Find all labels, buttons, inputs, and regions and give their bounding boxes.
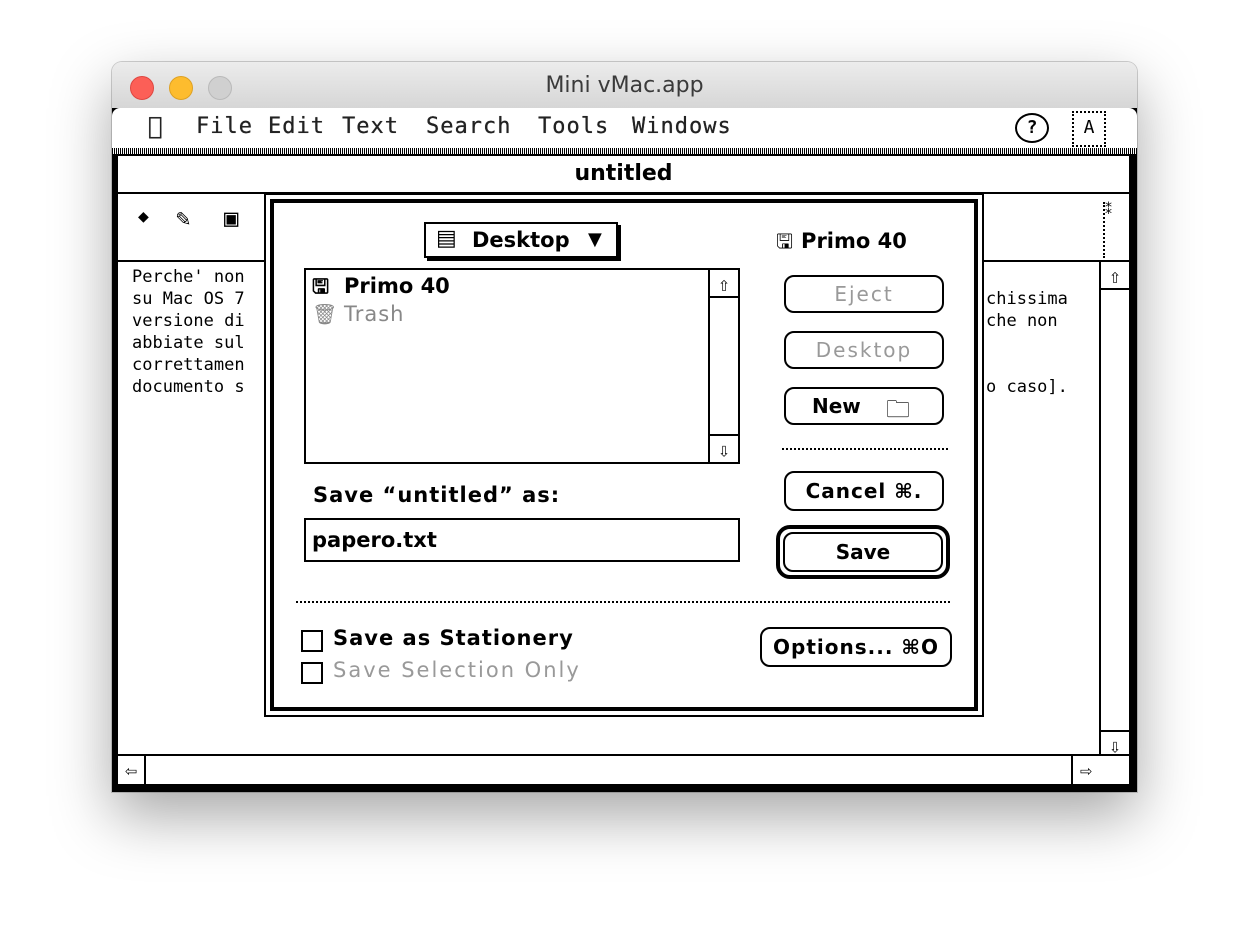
text-line: chissima: [986, 289, 1068, 309]
save-prompt-label: Save “untitled” as:: [313, 483, 561, 507]
stationery-checkbox[interactable]: [301, 630, 323, 652]
folder-popup-label: Desktop: [472, 228, 570, 252]
diamond-icon[interactable]: ◆: [138, 206, 149, 227]
options-button[interactable]: Options... ⌘O: [760, 627, 952, 667]
chevron-down-icon: ▼: [588, 229, 602, 250]
eject-button[interactable]: Eject: [784, 275, 944, 313]
menu-windows[interactable]: Windows: [632, 114, 732, 139]
host-window-title: Mini vMac.app: [545, 73, 704, 98]
document-title[interactable]: untitled: [118, 156, 1129, 194]
file-list-item-label: Trash: [344, 302, 405, 326]
scroll-right-icon[interactable]: ⇨: [1071, 756, 1099, 784]
cancel-button[interactable]: Cancel ⌘.: [784, 471, 944, 511]
menu-tools[interactable]: Tools: [538, 114, 609, 139]
scroll-up-icon[interactable]: ⇧: [1101, 262, 1129, 290]
horizontal-scrollbar[interactable]: ⇦ ⇨: [118, 754, 1129, 784]
filename-field[interactable]: [304, 518, 740, 562]
menu-search[interactable]: Search: [426, 114, 511, 139]
scroll-up-icon[interactable]: ⇧: [710, 270, 738, 298]
scroll-left-icon[interactable]: ⇦: [118, 756, 146, 784]
text-line: che non: [986, 311, 1058, 331]
desktop-folder-icon: ▤: [436, 226, 457, 251]
new-folder-button[interactable]: New 🗀: [784, 387, 944, 425]
host-titlebar[interactable]: Mini vMac.app: [112, 62, 1137, 109]
vertical-scrollbar[interactable]: ⇧ ⇩: [1099, 262, 1129, 758]
volume-name: Primo 40: [801, 229, 907, 253]
text-line: o caso].: [986, 377, 1068, 397]
trash-icon: 🗑: [312, 302, 339, 326]
separator: [782, 448, 948, 450]
stationery-checkbox-label[interactable]: Save as Stationery: [333, 626, 574, 650]
file-list-item: 🗑 Trash: [312, 302, 405, 326]
file-list-scrollbar[interactable]: ⇧ ⇩: [708, 270, 738, 462]
floppy-icon[interactable]: ▣: [224, 204, 238, 232]
filename-input[interactable]: [312, 525, 732, 555]
file-list[interactable]: 🖫 Primo 40 🗑 Trash ⇧ ⇩: [304, 268, 740, 464]
scroll-down-icon[interactable]: ⇩: [710, 434, 738, 462]
menu-text[interactable]: Text: [342, 114, 399, 139]
folder-icon: 🗀: [886, 395, 910, 423]
ruler-marker-icon[interactable]: ⁑: [1103, 202, 1115, 258]
help-menu-icon[interactable]: ?: [1015, 113, 1049, 143]
separator: [296, 601, 950, 603]
folder-popup-menu[interactable]: ▤ Desktop ▼: [424, 222, 618, 258]
save-button[interactable]: Save: [783, 532, 943, 572]
pen-icon[interactable]: ✎: [176, 204, 190, 232]
menu-file[interactable]: File: [196, 114, 253, 139]
desktop-button[interactable]: Desktop: [784, 331, 944, 369]
volume-label: 🖫 Primo 40: [776, 227, 907, 261]
apple-menu-icon[interactable]: : [148, 112, 163, 140]
new-folder-label: New: [812, 394, 861, 418]
file-list-item-label: Primo 40: [344, 274, 450, 298]
floppy-disk-icon: 🖫: [312, 274, 330, 298]
file-list-item[interactable]: 🖫 Primo 40: [312, 272, 450, 306]
floppy-disk-icon: 🖫: [776, 229, 794, 253]
selection-only-checkbox: [301, 662, 323, 684]
classic-menubar:  File Edit Text Search Tools Windows ? …: [112, 108, 1137, 150]
application-menu-icon[interactable]: A: [1072, 111, 1106, 147]
menu-edit[interactable]: Edit: [268, 114, 325, 139]
selection-only-checkbox-label: Save Selection Only: [333, 658, 581, 682]
